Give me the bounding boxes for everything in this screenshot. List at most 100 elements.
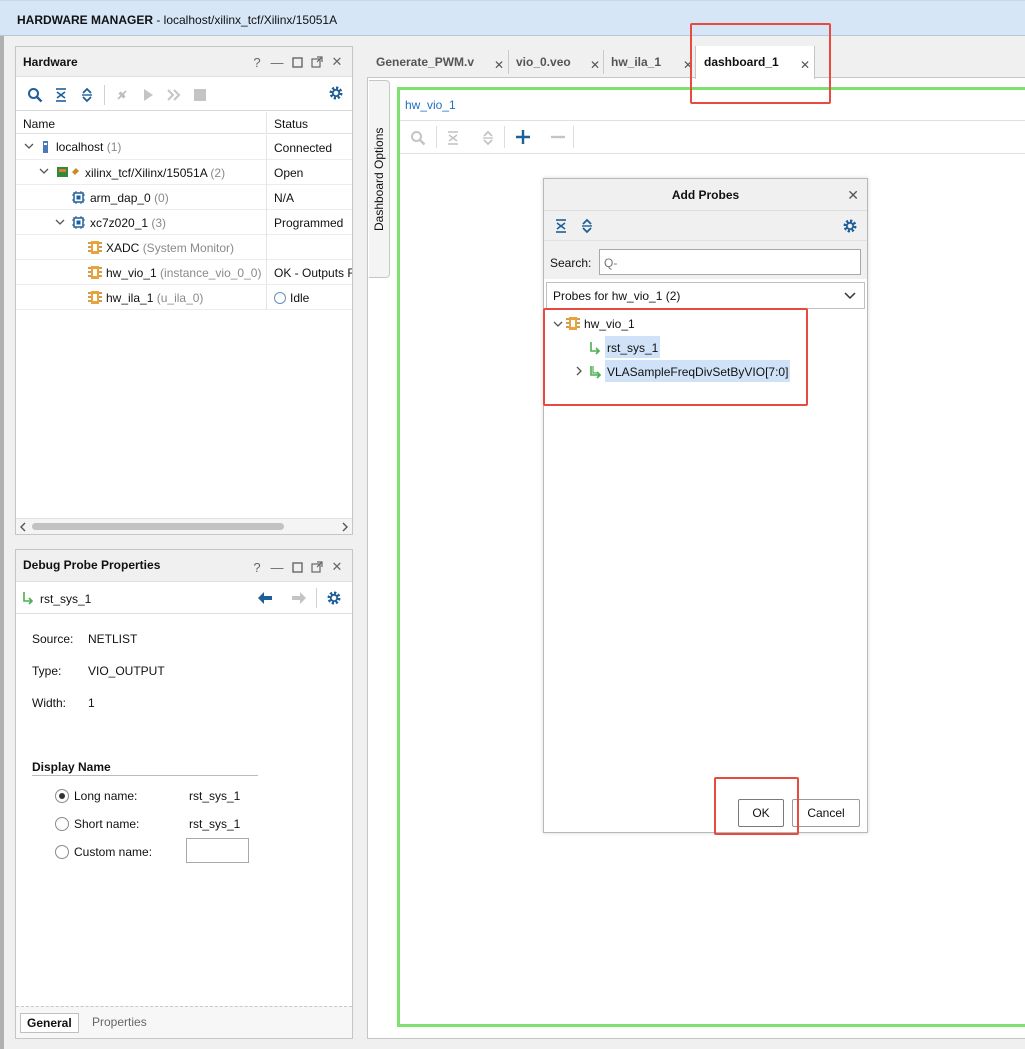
probe-item-label: VLASampleFreqDivSetByVIO[7:0]	[605, 360, 791, 382]
forward-arrow-icon[interactable]	[291, 591, 307, 605]
maximize-icon[interactable]	[290, 54, 304, 70]
close-icon[interactable]: ✕	[847, 187, 859, 204]
probe-icon	[22, 591, 34, 605]
tab-dashboard[interactable]: dashboard_1 ✕	[695, 46, 815, 79]
probe-bus-icon	[589, 365, 603, 379]
tree-row-arm-dap[interactable]: arm_dap_0 (0) N/A	[16, 185, 352, 210]
short-name-label: Short name:	[74, 817, 140, 831]
tab-label: dashboard_1	[704, 55, 779, 69]
search-input[interactable]: Q-	[599, 249, 861, 275]
tree-row-target[interactable]: xilinx_tcf/Xilinx/15051A (2) Open	[16, 160, 352, 185]
display-name-header: Display Name	[32, 760, 111, 774]
vio-toolbar	[400, 120, 1025, 154]
ok-button[interactable]: OK	[738, 799, 784, 827]
status-text: Programmed	[274, 216, 344, 230]
close-icon[interactable]: ✕	[330, 559, 344, 575]
tree-row-hw-vio[interactable]: hw_vio_1 (instance_vio_0_0) OK - Outputs…	[16, 260, 352, 285]
chevron-down-icon[interactable]	[553, 319, 563, 329]
chevron-down-icon[interactable]	[24, 141, 34, 151]
search-icon[interactable]	[22, 83, 48, 107]
short-name-radio[interactable]	[55, 817, 69, 834]
tree-item-detail: (instance_vio_0_0)	[160, 266, 262, 280]
stop-icon[interactable]	[187, 83, 213, 107]
settings-gear-icon[interactable]	[326, 590, 342, 606]
tree-row-localhost[interactable]: localhost (1) Connected	[16, 135, 352, 160]
probe-toolbar: rst_sys_1	[16, 582, 352, 614]
custom-name-radio[interactable]	[55, 845, 69, 862]
title-path: - localhost/xilinx_tcf/Xilinx/15051A	[153, 13, 338, 27]
probes-dropdown[interactable]: Probes for hw_vio_1 (2)	[546, 282, 865, 309]
expand-all-icon[interactable]	[580, 218, 594, 234]
search-label: Search:	[550, 256, 592, 270]
dashboard-options-label: Dashboard Options	[372, 127, 386, 231]
probe-name: rst_sys_1	[40, 592, 92, 606]
auto-connect-icon[interactable]	[109, 83, 135, 107]
maximize-icon[interactable]	[290, 559, 304, 575]
debug-probe-panel-title: Debug Probe Properties	[23, 558, 161, 572]
tab-label: hw_ila_1	[611, 55, 662, 69]
minimize-icon[interactable]: —	[270, 54, 284, 70]
chip-icon	[72, 216, 85, 229]
probe-item-rst-sys[interactable]: rst_sys_1	[544, 336, 867, 360]
chevron-down-icon[interactable]	[844, 291, 856, 301]
status-text: Connected	[274, 141, 333, 155]
scroll-right-icon[interactable]	[341, 522, 349, 532]
horizontal-scrollbar[interactable]	[16, 518, 352, 534]
tree-row-xadc[interactable]: XADC (System Monitor)	[16, 235, 352, 260]
scroll-left-icon[interactable]	[19, 522, 27, 532]
remove-probe-icon[interactable]	[550, 129, 566, 145]
hardware-panel: Hardware ? — ✕ Name Status localhost (1)…	[15, 46, 353, 535]
tree-row-hw-ila[interactable]: hw_ila_1 (u_ila_0) Idle	[16, 285, 352, 310]
tree-item-label: localhost	[56, 140, 104, 154]
long-name-radio[interactable]	[55, 789, 69, 806]
tab-general[interactable]: General	[20, 1013, 79, 1033]
dialog-title: Add Probes	[671, 188, 740, 202]
close-tab-icon[interactable]: ✕	[683, 58, 693, 72]
run-trigger-icon[interactable]	[135, 83, 161, 107]
collapse-all-icon[interactable]	[446, 130, 460, 146]
cancel-button[interactable]: Cancel	[792, 799, 860, 827]
debug-core-icon	[566, 317, 580, 330]
scrollbar-thumb[interactable]	[32, 523, 284, 530]
chevron-down-icon[interactable]	[39, 166, 49, 176]
search-row: Search: Q-	[544, 241, 867, 279]
tab-properties[interactable]: Properties	[92, 1015, 147, 1029]
settings-gear-icon[interactable]	[842, 218, 858, 234]
tree-row-device[interactable]: xc7z020_1 (3) Programmed	[16, 210, 352, 235]
help-icon[interactable]: ?	[250, 54, 264, 70]
back-arrow-icon[interactable]	[257, 591, 273, 605]
debug-probe-properties-panel: Debug Probe Properties ? — ✕ rst_sys_1 S…	[15, 549, 353, 1039]
settings-gear-icon[interactable]	[328, 85, 344, 101]
chevron-down-icon[interactable]	[55, 217, 65, 227]
tab-hw-ila[interactable]: hw_ila_1 ✕	[603, 46, 695, 78]
expand-all-icon[interactable]	[481, 130, 495, 146]
probe-tree-root[interactable]: hw_vio_1	[544, 312, 867, 336]
collapse-all-icon[interactable]	[554, 218, 568, 234]
tab-vio-veo[interactable]: vio_0.veo ✕	[508, 46, 603, 78]
run-immediate-icon[interactable]	[161, 83, 187, 107]
close-icon[interactable]: ✕	[330, 54, 344, 70]
tab-generate-pwm[interactable]: Generate_PWM.v ✕	[368, 46, 508, 78]
probe-item-vla-sample[interactable]: VLASampleFreqDivSetByVIO[7:0]	[544, 360, 867, 384]
add-probe-icon[interactable]	[515, 129, 531, 145]
help-icon[interactable]: ?	[250, 559, 264, 575]
vio-window-label[interactable]: hw_vio_1	[405, 98, 456, 112]
close-tab-icon[interactable]: ✕	[800, 58, 810, 72]
dashboard-options-tab[interactable]: Dashboard Options	[369, 80, 390, 278]
collapse-all-icon[interactable]	[48, 83, 74, 107]
expand-all-icon[interactable]	[74, 83, 100, 107]
float-icon[interactable]	[310, 559, 324, 575]
tree-item-label: arm_dap_0	[90, 191, 151, 205]
dialog-header: Add Probes ✕	[544, 179, 867, 211]
close-tab-icon[interactable]: ✕	[590, 58, 600, 72]
idle-status-icon	[274, 292, 286, 304]
float-icon[interactable]	[310, 54, 324, 70]
custom-name-input[interactable]	[186, 838, 249, 863]
hardware-panel-title: Hardware	[23, 55, 78, 69]
close-tab-icon[interactable]: ✕	[494, 58, 504, 72]
column-name[interactable]: Name	[23, 117, 55, 131]
chevron-right-icon[interactable]	[575, 366, 583, 376]
minimize-icon[interactable]: —	[270, 559, 284, 575]
search-icon[interactable]	[410, 130, 426, 146]
column-status[interactable]: Status	[274, 117, 308, 131]
